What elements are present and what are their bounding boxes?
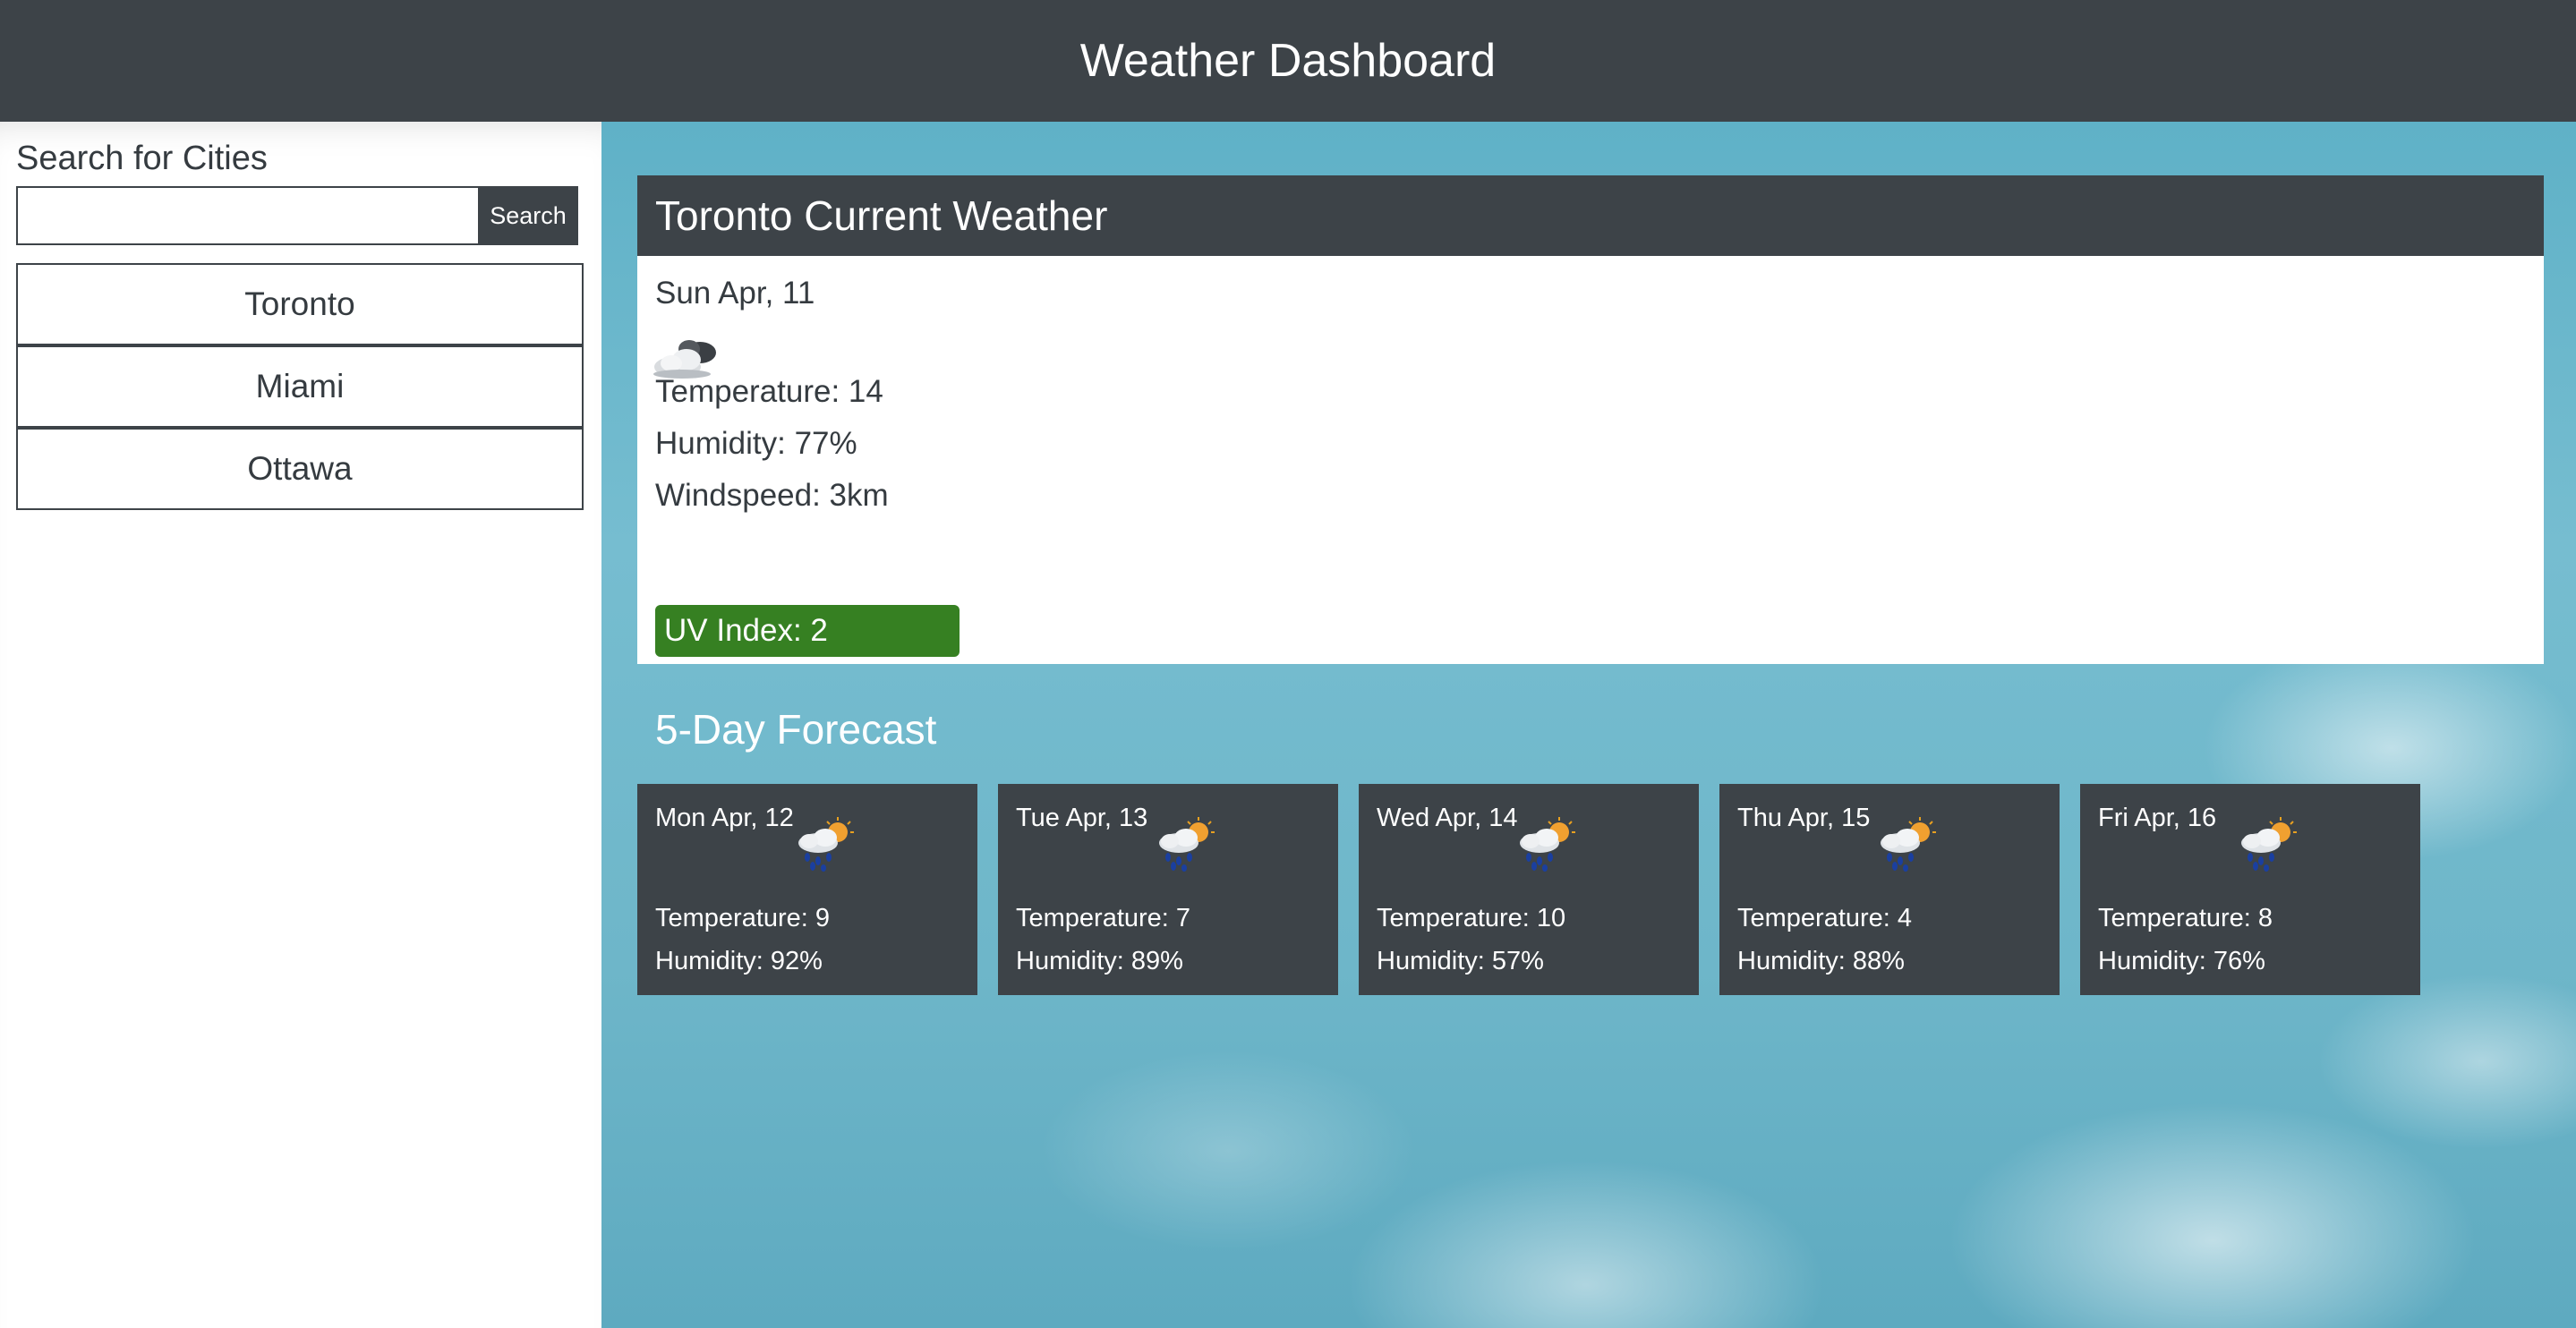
forecast-temperature: Temperature: 7 — [1016, 904, 1191, 932]
forecast-heading: 5-Day Forecast — [655, 706, 937, 753]
current-humidity: Humidity: 77% — [655, 426, 857, 461]
rain-sun-icon — [2241, 817, 2297, 872]
city-history-list: Toronto Miami Ottawa — [16, 263, 584, 510]
city-history-item[interactable]: Miami — [16, 345, 584, 428]
rain-sun-icon — [1520, 817, 1575, 872]
forecast-card: Mon Apr, 12 Temperature: 9 Humidity: 92% — [637, 784, 977, 995]
forecast-humidity: Humidity: 76% — [2098, 947, 2265, 975]
rain-sun-icon — [1881, 817, 1936, 872]
search-heading: Search for Cities — [16, 140, 268, 177]
current-weather-header: Toronto Current Weather — [637, 175, 2544, 256]
rain-sun-icon — [1159, 817, 1215, 872]
forecast-date: Wed Apr, 14 — [1377, 804, 1518, 832]
current-date: Sun Apr, 11 — [655, 276, 815, 311]
forecast-date: Mon Apr, 12 — [655, 804, 794, 832]
forecast-date: Fri Apr, 16 — [2098, 804, 2217, 832]
forecast-card: Wed Apr, 14 Temperature: 10 Humidity: 57… — [1359, 784, 1699, 995]
forecast-card: Tue Apr, 13 Temperature: 7 Humidity: 89% — [998, 784, 1338, 995]
city-history-item[interactable]: Ottawa — [16, 428, 584, 510]
current-weather-card: Toronto Current Weather Sun Apr, 11 Temp… — [637, 175, 2544, 664]
uv-index-badge: UV Index: 2 — [655, 605, 960, 657]
forecast-date: Thu Apr, 15 — [1737, 804, 1871, 832]
city-search-input[interactable] — [16, 186, 480, 245]
forecast-temperature: Temperature: 10 — [1377, 904, 1566, 932]
forecast-date: Tue Apr, 13 — [1016, 804, 1148, 832]
city-history-item[interactable]: Toronto — [16, 263, 584, 345]
current-weather-title: Toronto Current Weather — [655, 192, 1108, 239]
forecast-humidity: Humidity: 88% — [1737, 947, 1905, 975]
forecast-humidity: Humidity: 92% — [655, 947, 823, 975]
forecast-card: Thu Apr, 15 Temperature: 4 Humidity: 88% — [1719, 784, 2060, 995]
forecast-humidity: Humidity: 89% — [1016, 947, 1183, 975]
current-windspeed: Windspeed: 3km — [655, 478, 889, 513]
forecast-temperature: Temperature: 9 — [655, 904, 831, 932]
current-temperature: Temperature: 14 — [655, 374, 883, 409]
main-content: Toronto Current Weather Sun Apr, 11 Temp… — [601, 122, 2576, 1328]
forecast-humidity: Humidity: 57% — [1377, 947, 1544, 975]
forecast-temperature: Temperature: 8 — [2098, 904, 2273, 932]
app-header: Weather Dashboard — [0, 0, 2576, 122]
page-title: Weather Dashboard — [1079, 35, 1497, 87]
forecast-temperature: Temperature: 4 — [1737, 904, 1913, 932]
search-button[interactable]: Search — [478, 186, 578, 245]
sidebar: Search for Cities Search Toronto Miami O… — [0, 122, 601, 1328]
forecast-card: Fri Apr, 16 Temperature: 8 Humidity: 76% — [2080, 784, 2420, 995]
rain-sun-icon — [798, 817, 854, 872]
